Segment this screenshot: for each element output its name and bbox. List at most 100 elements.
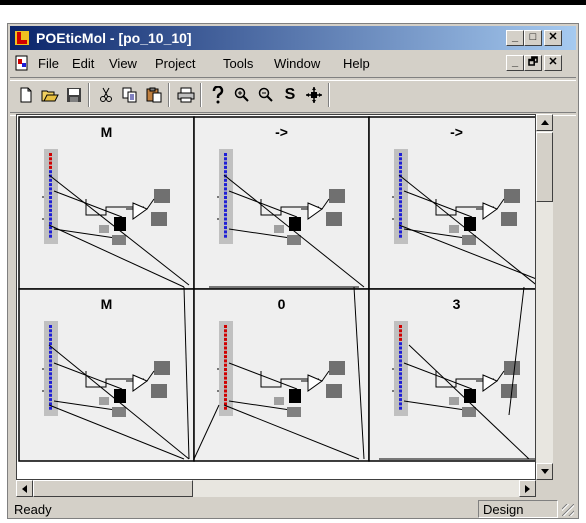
mdi-close-button[interactable]: ✕ [544, 55, 562, 71]
open-icon[interactable] [38, 83, 62, 107]
scroll-up-icon[interactable] [536, 114, 553, 131]
cell-gray-block [274, 397, 284, 405]
cell-label: -> [450, 124, 463, 140]
window-title: POEticMol - [po_10_10] [36, 30, 192, 46]
cell-bar-dot [399, 157, 402, 161]
cell-bar-dot [399, 183, 402, 187]
cell-bar-dot [49, 153, 52, 156]
menu-tools[interactable]: Tools [223, 56, 253, 71]
save-icon[interactable] [62, 83, 86, 107]
cell-bar-dot [49, 170, 52, 174]
horizontal-scroll-thumb[interactable] [33, 480, 193, 497]
toolbar-separator [168, 83, 170, 107]
cell-bar-dot [224, 329, 227, 333]
cell-label: M [101, 296, 113, 312]
top-border-line [0, 0, 586, 5]
cell-bar-dot [49, 187, 52, 191]
cell-bar-dot [49, 230, 52, 234]
cell-bar-dot [399, 363, 402, 367]
scroll-down-icon[interactable] [536, 463, 553, 480]
cell-bar-dot [399, 368, 402, 371]
zoom-out-icon[interactable] [254, 83, 278, 107]
cell-bar-dot [399, 234, 402, 238]
toolbar-separator [328, 83, 330, 107]
cell-bar-dot [49, 368, 52, 371]
cell-bar-dot [224, 153, 227, 156]
menu-project[interactable]: Project [155, 56, 195, 71]
cell-bar-dot [399, 355, 402, 359]
cell-grid[interactable]: M -> -> M 0 3 [17, 115, 536, 480]
move-icon[interactable] [302, 83, 326, 107]
cell-bar-dot [49, 161, 52, 165]
cell-bar-dot [399, 337, 402, 341]
cell-bar-dot [399, 385, 402, 389]
cell-bar-dot [224, 355, 227, 359]
maximize-button[interactable]: □ [524, 30, 542, 46]
cell-bar-dot [224, 380, 227, 384]
cell-bar-dot [224, 170, 227, 174]
cell-bar-dot [49, 157, 52, 161]
app-icon [15, 31, 29, 45]
vertical-scrollbar[interactable] [536, 114, 553, 480]
cell-bar-dot [49, 333, 52, 337]
cell-bar-dot [224, 157, 227, 161]
document-icon[interactable] [14, 55, 30, 71]
cell-bar-dot [49, 389, 52, 393]
cell-bar-dot [399, 165, 402, 169]
cell-bar-dot [399, 376, 402, 380]
cell-gray-block [112, 407, 126, 417]
zoom-in-icon[interactable] [230, 83, 254, 107]
cell-black-block [114, 217, 126, 231]
cell-gray-block [504, 189, 520, 203]
cut-icon[interactable] [94, 83, 118, 107]
cell-bar-dot [49, 200, 52, 204]
cell-bar-dot [399, 187, 402, 191]
cell-bar-dot [49, 208, 52, 212]
cell-bar-dot [224, 187, 227, 191]
menu-help[interactable]: Help [343, 56, 370, 71]
print-icon[interactable] [174, 83, 198, 107]
mdi-restore-button[interactable]: 🗗 [524, 55, 542, 71]
cell-bar-dot [49, 376, 52, 380]
cell-gray-block [151, 384, 167, 398]
cell-bar-dot [399, 325, 402, 328]
title-bar[interactable]: POEticMol - [po_10_10] _ □ ✕ [10, 26, 576, 50]
cell-bar-dot [224, 204, 227, 208]
status-bar: Ready Design [10, 500, 576, 518]
close-button[interactable]: ✕ [544, 30, 562, 46]
copy-icon[interactable] [118, 83, 142, 107]
resize-grip[interactable] [562, 504, 574, 516]
mdi-minimize-button[interactable]: _ [506, 55, 524, 71]
scroll-right-icon[interactable] [519, 480, 536, 497]
cell-bar-dot [224, 350, 227, 354]
cell-bar-dot [49, 217, 52, 221]
cell-bar-dot [399, 161, 402, 165]
cell-gray-block [151, 212, 167, 226]
design-canvas[interactable]: M -> -> M 0 3 [16, 114, 536, 480]
cell-bar-dot [49, 337, 52, 341]
scroll-left-icon[interactable] [16, 480, 33, 497]
horizontal-scrollbar[interactable] [16, 480, 536, 497]
cell-bar-dot [224, 389, 227, 393]
cell-bar-dot [49, 165, 52, 169]
minimize-button[interactable]: _ [506, 30, 524, 46]
menu-file[interactable]: File [38, 56, 59, 71]
cell-bar-dot [49, 329, 52, 333]
cell-bar-dot [224, 165, 227, 169]
application-window: POEticMol - [po_10_10] _ □ ✕ File Edit V… [7, 23, 579, 519]
cell-bar-dot [49, 372, 52, 376]
vertical-scroll-thumb[interactable] [536, 132, 553, 202]
menu-view[interactable]: View [109, 56, 137, 71]
cell-bar-dot [224, 346, 227, 350]
cell-bar-dot [224, 393, 227, 397]
new-icon[interactable] [14, 83, 38, 107]
cell-bar-dot [399, 213, 402, 217]
cell-gray-block [501, 384, 517, 398]
status-text: Ready [14, 502, 52, 517]
cell-bar-dot [49, 183, 52, 187]
menu-window[interactable]: Window [274, 56, 320, 71]
help-icon[interactable] [206, 83, 230, 107]
menu-edit[interactable]: Edit [72, 56, 94, 71]
paste-icon[interactable] [142, 83, 166, 107]
s-icon[interactable]: S [278, 83, 302, 107]
